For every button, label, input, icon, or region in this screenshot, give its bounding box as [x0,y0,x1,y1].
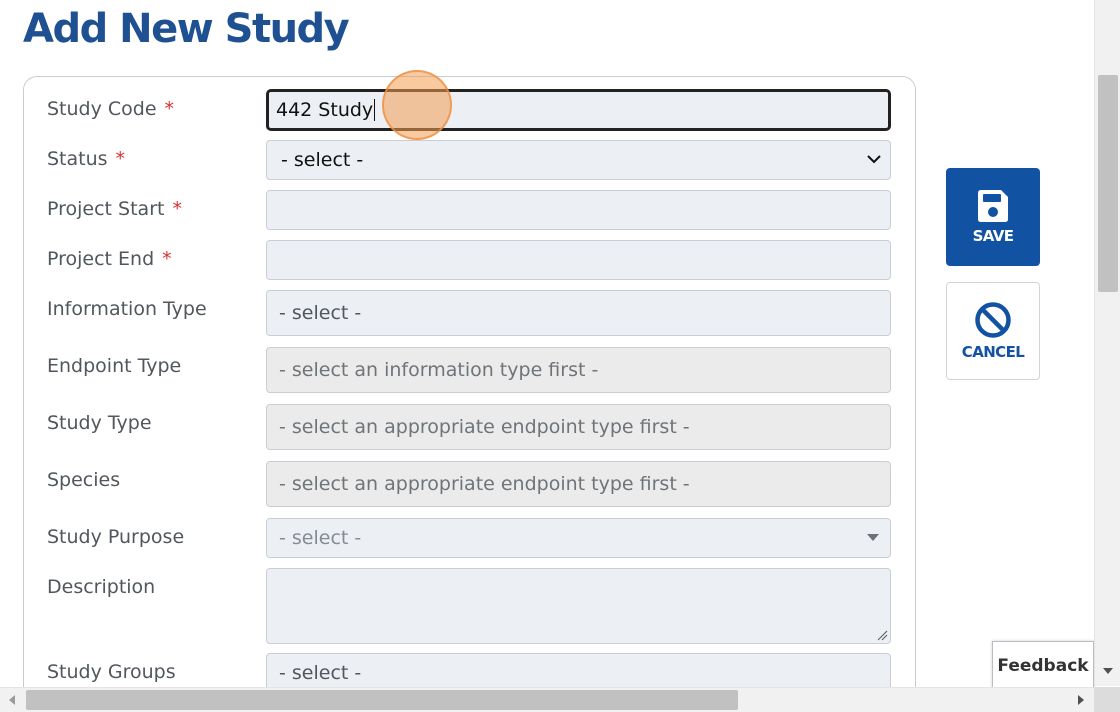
feedback-button[interactable]: Feedback [992,641,1094,689]
study-groups-label: Study Groups [47,661,176,683]
scrollbar-corner [1094,687,1120,712]
required-marker: * [172,198,182,220]
endpoint-type-select[interactable]: - select an information type first - [266,347,891,393]
caret-down-icon [867,534,879,541]
text-cursor [374,99,376,121]
project-end-input[interactable] [266,240,891,280]
study-purpose-label: Study Purpose [47,526,185,548]
status-label: Status * [47,148,126,170]
vertical-scroll-thumb[interactable] [1098,75,1118,292]
cancel-label: CANCEL [961,343,1025,361]
description-textarea[interactable] [266,568,891,644]
save-label: SAVE [972,227,1014,245]
scroll-left-arrow-icon[interactable] [9,695,15,705]
page-title: Add New Study [23,6,350,52]
add-study-page: Add New Study Study Code * 442 Study Stat… [0,0,1120,712]
resize-handle-icon[interactable] [876,629,888,641]
project-start-label: Project Start * [47,198,182,220]
scroll-right-arrow-icon[interactable] [1078,695,1084,705]
no-entry-icon [975,302,1011,338]
study-type-label: Study Type [47,412,152,434]
cancel-button[interactable]: CANCEL [946,282,1040,380]
study-code-label: Study Code * [47,98,175,120]
required-marker: * [115,148,126,170]
description-label: Description [47,576,156,598]
project-end-label: Project End * [47,248,172,270]
horizontal-scroll-thumb[interactable] [26,690,738,710]
chevron-down-icon [867,155,881,164]
horizontal-scrollbar[interactable] [0,687,1094,712]
click-indicator [382,70,452,140]
endpoint-type-label: Endpoint Type [47,355,182,377]
floppy-disk-icon [978,190,1008,222]
save-button[interactable]: SAVE [946,168,1040,266]
scroll-down-arrow-icon[interactable] [1103,668,1113,674]
status-select[interactable]: - select - [266,140,891,180]
species-select[interactable]: - select an appropriate endpoint type fi… [266,461,891,507]
study-code-input[interactable]: 442 Study [266,89,891,131]
study-purpose-select[interactable]: - select - [266,518,891,558]
project-start-input[interactable] [266,190,891,230]
species-label: Species [47,469,121,491]
information-type-select[interactable]: - select - [266,290,891,336]
vertical-scrollbar[interactable] [1094,0,1120,686]
study-type-select[interactable]: - select an appropriate endpoint type fi… [266,404,891,450]
information-type-label: Information Type [47,298,207,320]
required-marker: * [164,98,175,120]
required-marker: * [162,248,172,270]
